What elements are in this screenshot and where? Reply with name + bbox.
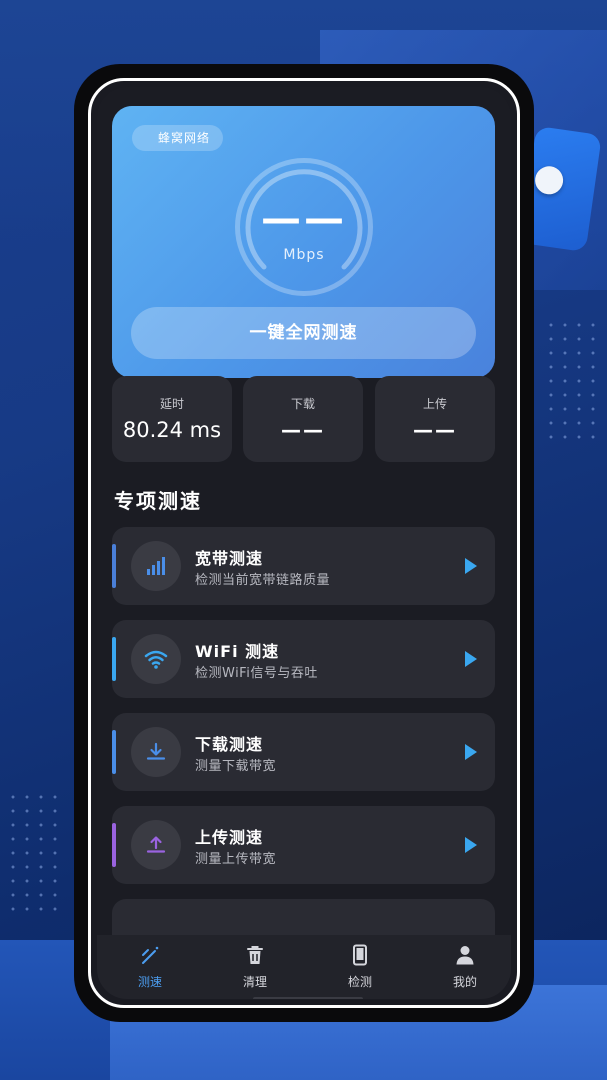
item-subtitle: 测量上传带宽 — [195, 852, 277, 867]
tab-label: 检测 — [347, 975, 372, 989]
start-full-test-button[interactable]: 一键全网测速 — [131, 307, 476, 359]
decor-dots — [6, 790, 66, 920]
list-item-download-test[interactable]: 下载测速 测量下载带宽 — [112, 713, 495, 791]
tab-label: 我的 — [452, 975, 477, 989]
section-title: 专项测速 — [114, 489, 202, 513]
item-accent-bar — [112, 730, 116, 774]
bottom-tab-bar: 测速 清理 检测 我的 — [97, 935, 511, 999]
item-title: WiFi 测速 — [195, 642, 280, 661]
stat-label: 上传 — [422, 397, 447, 411]
stat-value: —— — [281, 418, 325, 442]
speed-unit: Mbps — [283, 247, 325, 263]
stat-label: 下载 — [290, 397, 315, 411]
decor-toggle-knob — [533, 164, 565, 197]
speed-gauge: —— Mbps — [235, 158, 373, 296]
stat-label: 延时 — [159, 397, 184, 411]
home-indicator — [253, 997, 363, 999]
list-item-wifi-test[interactable]: WiFi 测速 检测WiFi信号与吞吐 — [112, 620, 495, 698]
download-icon — [131, 727, 181, 777]
play-arrow-icon — [465, 744, 477, 760]
speed-hero-card: 蜂窝网络 —— Mbps 一键全网测速 — [112, 106, 495, 378]
play-arrow-icon — [465, 558, 477, 574]
upload-icon — [131, 820, 181, 870]
item-title: 宽带测速 — [195, 549, 264, 568]
app-screen: 蜂窝网络 —— Mbps 一键全网测速 延时 80.24 ms 下载 —— 上传… — [97, 87, 511, 999]
phone-frame: 蜂窝网络 —— Mbps 一键全网测速 延时 80.24 ms 下载 —— 上传… — [74, 64, 534, 1022]
phone-bezel: 蜂窝网络 —— Mbps 一键全网测速 延时 80.24 ms 下载 —— 上传… — [88, 78, 520, 1008]
phone-icon — [353, 944, 367, 966]
speed-wand-icon — [142, 946, 159, 964]
speed-value: —— — [261, 196, 347, 242]
decor-dots — [544, 318, 604, 448]
item-accent-bar — [112, 544, 116, 588]
list-item-broadband-test[interactable]: 宽带测速 检测当前宽带链路质量 — [112, 527, 495, 605]
trash-icon — [247, 946, 263, 964]
stat-value: 80.24 ms — [122, 418, 222, 442]
tab-mine[interactable]: 我的 — [430, 943, 500, 990]
tab-label: 测速 — [137, 975, 162, 989]
tab-label: 清理 — [242, 975, 267, 989]
play-arrow-icon — [465, 837, 477, 853]
download-stat-card: 下载 —— — [243, 376, 363, 462]
item-subtitle: 检测当前宽带链路质量 — [195, 573, 331, 588]
item-subtitle: 测量下载带宽 — [195, 759, 277, 774]
stat-value: —— — [413, 418, 457, 442]
item-accent-bar — [112, 637, 116, 681]
list-item-upload-test[interactable]: 上传测速 测量上传带宽 — [112, 806, 495, 884]
person-icon — [456, 946, 474, 965]
upload-stat-card: 上传 —— — [375, 376, 495, 462]
latency-stat-card: 延时 80.24 ms — [112, 376, 232, 462]
play-arrow-icon — [465, 651, 477, 667]
item-title: 上传测速 — [195, 828, 264, 847]
tab-cleanup[interactable]: 清理 — [220, 943, 290, 990]
item-subtitle: 检测WiFi信号与吞吐 — [195, 666, 318, 681]
network-type-badge[interactable]: 蜂窝网络 — [132, 125, 224, 151]
item-title: 下载测速 — [195, 735, 264, 754]
signal-bars-icon — [131, 541, 181, 591]
wifi-icon — [131, 634, 181, 684]
tab-detect[interactable]: 检测 — [325, 943, 395, 990]
tab-speed-test[interactable]: 测速 — [115, 943, 185, 990]
item-accent-bar — [112, 823, 116, 867]
